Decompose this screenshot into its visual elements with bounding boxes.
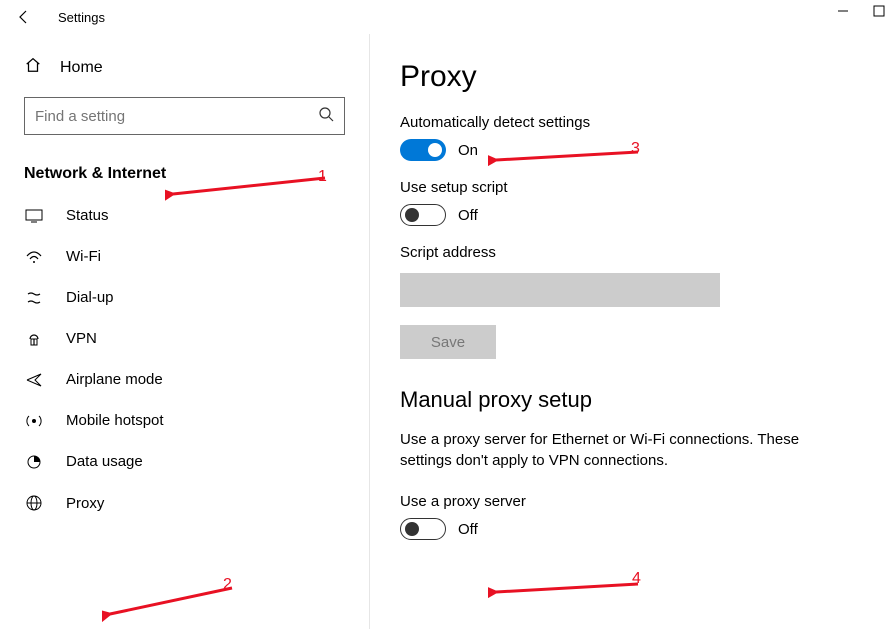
sidebar-item-datausage[interactable]: Data usage — [0, 441, 369, 482]
nav-list: Status Wi-Fi Dial-up VPN Airplane mode M… — [0, 195, 369, 524]
annotation-number-3: 3 — [631, 140, 640, 158]
sidebar-item-vpn[interactable]: VPN — [0, 318, 369, 359]
save-button: Save — [400, 325, 496, 359]
hotspot-icon — [24, 413, 44, 429]
auto-detect-state: On — [458, 142, 478, 159]
use-proxy-label: Use a proxy server — [400, 493, 850, 510]
window-title: Settings — [58, 10, 105, 25]
setup-script-state: Off — [458, 207, 478, 224]
home-label: Home — [60, 59, 103, 77]
sidebar-item-label: Proxy — [66, 495, 104, 512]
sidebar-item-hotspot[interactable]: Mobile hotspot — [0, 400, 369, 441]
search-input[interactable] — [35, 108, 318, 125]
home-link[interactable]: Home — [0, 46, 369, 97]
sidebar-item-label: Status — [66, 207, 109, 224]
sidebar-item-label: Airplane mode — [66, 371, 163, 388]
annotation-number-4: 4 — [632, 570, 641, 588]
monitor-icon — [24, 209, 44, 223]
window-controls — [836, 4, 886, 18]
sidebar-item-label: Dial-up — [66, 289, 114, 306]
sidebar-item-proxy[interactable]: Proxy — [0, 482, 369, 524]
sidebar-item-label: VPN — [66, 330, 97, 347]
annotation-number-1: 1 — [318, 168, 327, 186]
proxy-icon — [24, 494, 44, 512]
minimize-button[interactable] — [836, 4, 850, 18]
manual-proxy-heading: Manual proxy setup — [400, 387, 850, 413]
back-arrow-icon[interactable] — [8, 9, 40, 25]
wifi-icon — [24, 250, 44, 264]
use-proxy-toggle[interactable] — [400, 518, 446, 540]
maximize-button[interactable] — [872, 4, 886, 18]
sidebar: Home Network & Internet Status Wi-Fi Dia… — [0, 34, 370, 629]
use-proxy-state: Off — [458, 521, 478, 538]
annotation-number-2: 2 — [223, 576, 232, 594]
home-icon — [24, 56, 42, 79]
titlebar: Settings — [0, 0, 890, 34]
search-box[interactable] — [24, 97, 345, 135]
setup-script-label: Use setup script — [400, 179, 850, 196]
sidebar-item-label: Wi-Fi — [66, 248, 101, 265]
sidebar-item-label: Mobile hotspot — [66, 412, 164, 429]
sidebar-item-label: Data usage — [66, 453, 143, 470]
sidebar-item-dialup[interactable]: Dial-up — [0, 277, 369, 318]
setup-script-toggle[interactable] — [400, 204, 446, 226]
auto-detect-label: Automatically detect settings — [400, 114, 850, 131]
script-address-label: Script address — [400, 244, 850, 261]
manual-proxy-description: Use a proxy server for Ethernet or Wi-Fi… — [400, 429, 840, 471]
category-heading: Network & Internet — [0, 159, 369, 191]
sidebar-item-airplane[interactable]: Airplane mode — [0, 359, 369, 400]
page-title: Proxy — [400, 60, 850, 94]
vpn-icon — [24, 332, 44, 346]
sidebar-item-wifi[interactable]: Wi-Fi — [0, 236, 369, 277]
datausage-icon — [24, 454, 44, 470]
auto-detect-toggle[interactable] — [400, 139, 446, 161]
sidebar-item-status[interactable]: Status — [0, 195, 369, 236]
script-address-input — [400, 273, 720, 307]
main-content: Proxy Automatically detect settings On U… — [370, 34, 890, 629]
search-icon — [318, 106, 334, 126]
airplane-icon — [24, 372, 44, 388]
dialup-icon — [24, 291, 44, 305]
